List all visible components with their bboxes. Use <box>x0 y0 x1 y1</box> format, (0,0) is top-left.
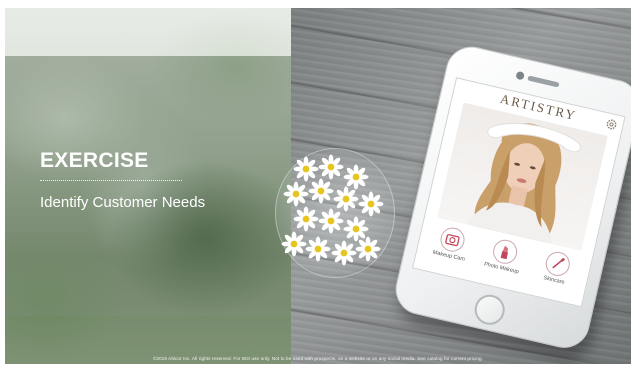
tool-skincare[interactable]: Skincare <box>526 246 588 290</box>
slide-subtitle: Identify Customer Needs <box>40 194 206 211</box>
daisy-bowl <box>275 148 395 278</box>
top-light-band <box>5 8 291 56</box>
brush-icon <box>543 249 573 279</box>
tool-photo-makeup[interactable]: Photo Makeup <box>473 234 535 278</box>
translucent-overlay <box>5 56 291 316</box>
copyright-footer: ©2019 Alticor Inc. All rights reserved. … <box>152 356 484 361</box>
slide-title: EXERCISE <box>40 149 149 172</box>
presentation-slide: EXERCISE Identify Customer Needs ARTISTR… <box>5 8 631 364</box>
gear-icon[interactable] <box>604 117 618 131</box>
camera-icon <box>438 225 467 255</box>
tool-makeup-cam[interactable]: Makeup Cam <box>421 222 483 266</box>
daisy-cluster <box>281 154 384 266</box>
foliage-background-panel: EXERCISE Identify Customer Needs <box>5 8 291 364</box>
title-divider <box>40 180 182 181</box>
lipstick-icon <box>490 237 520 267</box>
